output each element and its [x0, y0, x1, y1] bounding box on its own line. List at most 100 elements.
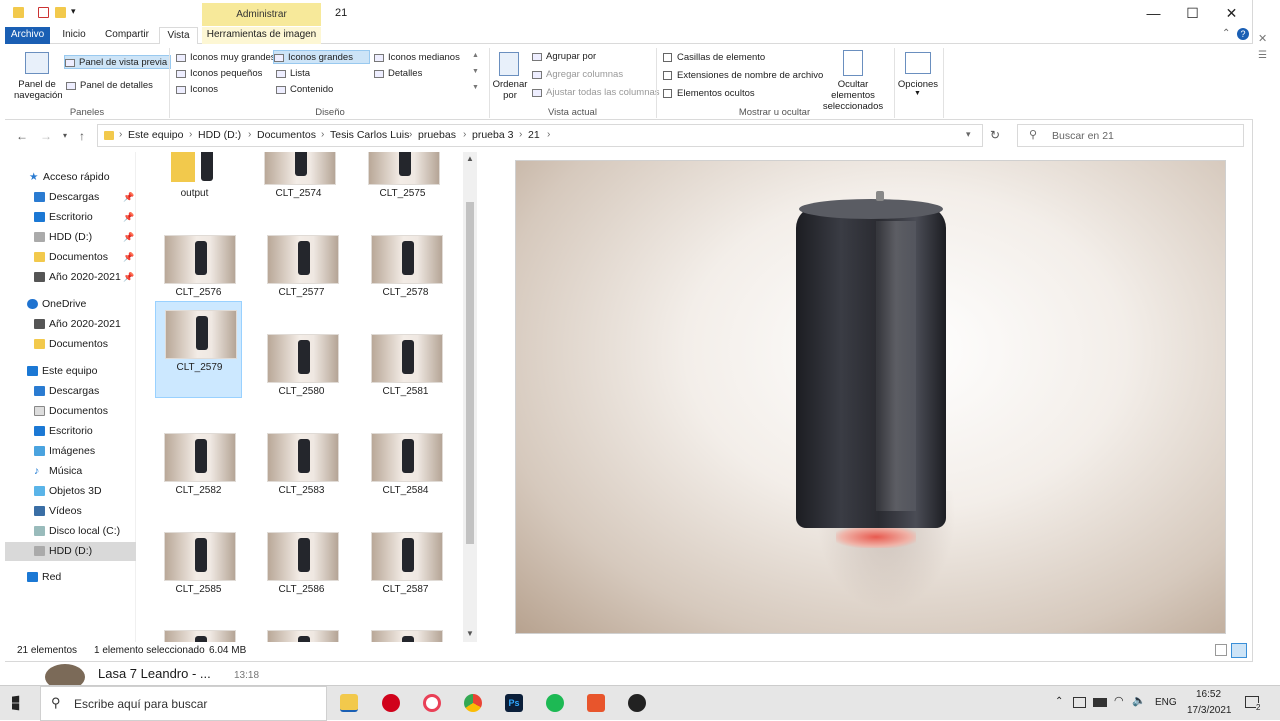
close-button[interactable]: ✕ — [1212, 0, 1251, 27]
layout-small-icons[interactable]: Iconos pequeños — [176, 67, 262, 81]
search-box[interactable]: ⚲ Buscar en 21 — [1017, 124, 1244, 147]
back-arrow-icon[interactable]: ← — [16, 129, 28, 143]
options-button[interactable]: Opciones — [894, 79, 942, 90]
scroll-down-icon[interactable]: ▼ — [466, 629, 474, 638]
pin-icon[interactable]: 📌 — [123, 248, 134, 267]
customize-qat-icon[interactable]: ▾ — [71, 6, 76, 17]
layout-expand-icon[interactable]: ▼ — [472, 84, 479, 91]
nav-pc-descargas[interactable]: Descargas — [5, 382, 136, 401]
group-by-button[interactable]: Agrupar por — [532, 50, 596, 64]
file-item[interactable]: CLT_2584 — [362, 425, 449, 522]
layout-icons[interactable]: Iconos — [176, 83, 218, 97]
maximize-button[interactable]: ☐ — [1173, 0, 1212, 27]
file-item[interactable]: CLT_2578 — [362, 227, 449, 324]
file-item-partial[interactable] — [258, 622, 345, 642]
clock-time[interactable]: 16:52 — [1196, 689, 1221, 700]
file-item[interactable]: CLT_2581 — [362, 326, 449, 423]
folder-item[interactable]: output — [151, 152, 238, 225]
file-extensions-toggle[interactable]: Extensiones de nombre de archivo — [663, 69, 823, 83]
help-icon[interactable]: ? — [1237, 28, 1249, 40]
breadcrumb-hdd[interactable]: HDD (D:) — [198, 129, 241, 141]
forward-arrow-icon[interactable]: → — [40, 129, 52, 143]
opera-taskbar-icon[interactable] — [382, 694, 400, 712]
breadcrumb-documentos[interactable]: Documentos — [257, 129, 316, 141]
file-item[interactable]: CLT_2585 — [155, 524, 242, 621]
camera-app-taskbar-icon[interactable] — [628, 694, 646, 712]
up-arrow-icon[interactable]: ↑ — [79, 129, 85, 143]
pin-icon[interactable]: 📌 — [123, 188, 134, 207]
pin-icon[interactable]: 📌 — [123, 208, 134, 227]
nav-quick-documentos[interactable]: Documentos 📌 — [5, 248, 136, 267]
opera-gx-taskbar-icon[interactable] — [423, 694, 441, 712]
nav-pc-hdd[interactable]: HDD (D:) — [5, 542, 136, 561]
windows-start-icon[interactable] — [12, 695, 20, 711]
breadcrumb-separator[interactable]: › — [463, 129, 466, 140]
layout-scroll-down-icon[interactable]: ▼ — [472, 68, 479, 75]
nav-onedrive-documentos[interactable]: Documentos — [5, 335, 136, 354]
file-item[interactable]: CLT_2583 — [258, 425, 345, 522]
nav-pc-videos[interactable]: Vídeos — [5, 502, 136, 521]
notification-strip[interactable]: Lasa 7 Leandro - ... 13:18 — [40, 662, 275, 690]
tray-app-icon[interactable] — [1073, 697, 1086, 708]
tab-compartir[interactable]: Compartir — [102, 27, 152, 44]
breadcrumb-separator[interactable]: › — [248, 129, 251, 140]
breadcrumb-separator[interactable]: › — [519, 129, 522, 140]
file-item[interactable]: CLT_2582 — [155, 425, 242, 522]
file-item-partial[interactable] — [362, 622, 449, 642]
wifi-icon[interactable]: ◠ — [1114, 694, 1124, 707]
breadcrumb-separator[interactable]: › — [119, 129, 122, 140]
breadcrumb-separator[interactable]: › — [189, 129, 192, 140]
tab-archivo[interactable]: Archivo — [5, 27, 50, 44]
nav-quick-ano[interactable]: Año 2020-2021 📌 — [5, 268, 136, 287]
file-item-partial[interactable] — [155, 622, 242, 642]
breadcrumb-este-equipo[interactable]: Este equipo — [128, 129, 183, 141]
battery-icon[interactable] — [1093, 698, 1107, 707]
nav-pc-objetos[interactable]: Objetos 3D — [5, 482, 136, 501]
nav-onedrive-ano[interactable]: Año 2020-2021 — [5, 315, 136, 334]
volume-icon[interactable]: 🔈 — [1132, 694, 1146, 707]
item-checkboxes-toggle[interactable]: Casillas de elemento — [663, 51, 765, 65]
details-view-icon[interactable] — [1215, 644, 1227, 656]
sort-by-button[interactable]: Ordenar por — [491, 79, 529, 101]
details-pane-button[interactable]: Panel de detalles — [66, 79, 153, 93]
breadcrumb-tesis[interactable]: Tesis Carlos Luis — [330, 129, 409, 141]
nav-onedrive[interactable]: OneDrive — [5, 295, 136, 314]
minimize-button[interactable]: — — [1134, 0, 1173, 27]
breadcrumb-separator[interactable]: › — [321, 129, 324, 140]
navigation-pane-button[interactable]: Panel de navegación — [14, 79, 63, 101]
file-item[interactable]: CLT_2574 — [255, 152, 342, 225]
file-explorer-taskbar-icon[interactable] — [340, 694, 358, 712]
file-item[interactable]: CLT_2577 — [258, 227, 345, 324]
chrome-taskbar-icon[interactable] — [464, 694, 482, 712]
file-item[interactable]: CLT_2580 — [258, 326, 345, 423]
taskbar-search[interactable]: ⚲ Escribe aquí para buscar — [40, 686, 327, 721]
recent-locations-icon[interactable]: ▾ — [63, 131, 67, 140]
nav-quick-hdd[interactable]: HDD (D:) 📌 — [5, 228, 136, 247]
scroll-up-icon[interactable]: ▲ — [466, 154, 474, 163]
pin-icon[interactable]: 📌 — [123, 268, 134, 287]
tab-inicio[interactable]: Inicio — [57, 27, 91, 44]
nav-red[interactable]: Red — [5, 568, 136, 587]
background-window-close-icon[interactable]: ✕ — [1258, 32, 1267, 45]
file-item[interactable]: CLT_2586 — [258, 524, 345, 621]
new-folder-icon[interactable] — [55, 7, 66, 18]
layout-list[interactable]: Lista — [276, 67, 310, 81]
scrollbar-thumb[interactable] — [466, 202, 474, 544]
layout-extra-large-icons[interactable]: Iconos muy grandes — [176, 51, 276, 65]
hidden-items-toggle[interactable]: Elementos ocultos — [663, 87, 755, 101]
checkbox[interactable] — [663, 53, 672, 62]
breadcrumb-prueba-3[interactable]: prueba 3 — [472, 129, 513, 141]
background-window-menu-icon[interactable]: ☰ — [1258, 50, 1267, 61]
checkbox[interactable] — [663, 89, 672, 98]
breadcrumb-21[interactable]: 21 — [528, 129, 540, 141]
spotify-taskbar-icon[interactable] — [546, 694, 564, 712]
nav-pc-documentos[interactable]: Documentos — [5, 402, 136, 421]
nav-pc-musica[interactable]: ♪ Música — [5, 462, 136, 481]
properties-icon[interactable] — [38, 7, 49, 18]
nav-este-equipo[interactable]: Este equipo — [5, 362, 136, 381]
pdf-taskbar-icon[interactable] — [587, 694, 605, 712]
checkbox[interactable] — [663, 71, 672, 80]
file-list-scrollbar[interactable]: ▲ ▼ — [463, 152, 477, 642]
file-item[interactable]: CLT_2587 — [362, 524, 449, 621]
nav-quick-escritorio[interactable]: Escritorio 📌 — [5, 208, 136, 227]
